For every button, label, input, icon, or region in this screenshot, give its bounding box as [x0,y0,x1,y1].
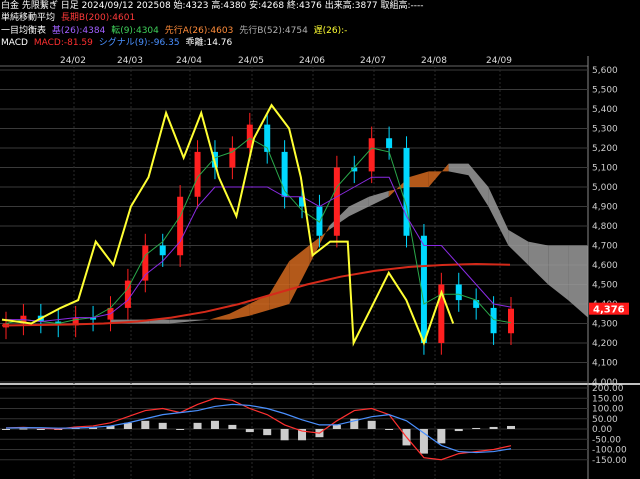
ichimoku-cloud-segment [408,171,429,187]
macd-histogram-bar [489,426,498,429]
macd-histogram-bar [280,429,289,441]
date-tick-label: 24/02 [60,56,86,66]
price-tick-label: 4,900 [592,203,618,213]
macd-histogram-bar [332,424,341,429]
ichimoku-cloud-segment [289,245,310,304]
ichimoku-cloud-segment [189,319,210,322]
ichimoku-cloud-segment [169,319,190,324]
candle-body [333,167,340,236]
last-price-label: 4,376 [593,305,625,316]
ichimoku-cloud-segment [349,196,369,217]
macd-histogram-bar [193,422,202,429]
candle-body [490,307,497,334]
price-tick-label: 5,600 [592,66,618,76]
macd-histogram-bar [437,429,446,444]
candle-body [229,148,236,168]
macd-tick-label: -50.00 [592,435,621,445]
macd-tick-label: 150.00 [592,394,624,404]
macd-tick-label: -150.00 [592,456,627,466]
macd-tick-label: 200.00 [592,384,624,394]
ichimoku-cloud-segment [368,190,389,207]
candle-body [159,245,166,256]
macd-histogram-bar [472,427,481,429]
date-tick-label: 24/08 [421,56,447,66]
macd-tick-label: 50.00 [592,415,618,425]
candle-body [403,148,410,236]
date-tick-label: 24/07 [360,56,386,66]
macd-histogram-bar [36,429,45,430]
macd-histogram-bar [176,429,185,430]
ichimoku-cloud-segment [468,163,489,207]
price-tick-label: 4,200 [592,339,618,349]
price-tick-label: 4,300 [592,320,618,330]
price-tick-label: 4,700 [592,242,618,252]
macd-tick-label: -100.00 [592,446,627,456]
ichimoku-cloud-segment [209,313,230,320]
macd-histogram-bar [158,422,167,429]
macd-histogram-bar [454,429,463,432]
price-tick-label: 4,500 [592,281,618,291]
macd-histogram-bar [263,429,272,436]
price-tick-label: 5,200 [592,144,618,154]
price-tick-label: 4,100 [592,359,618,369]
candle-body [455,284,462,301]
macd-histogram-bar [507,425,515,429]
ichimoku-cloud-segment [448,163,469,176]
price-tick-label: 5,500 [592,86,618,96]
ichimoku-cloud-segment [528,241,549,285]
price-tick-label: 5,100 [592,164,618,174]
ichimoku-cloud-segment [488,187,509,246]
price-chart[interactable]: 5,600 5,500 5,400 5,300 5,200 5,100 5,000 4,900… [0,0,640,479]
date-tick-label: 24/09 [486,56,512,66]
ichimoku-cloud-segment [508,229,529,265]
price-tick-label: 5,400 [592,105,618,115]
price-tick-label: 5,300 [592,125,618,135]
macd-tick-label: 0.00 [592,425,612,435]
macd-histogram-bar [385,429,394,430]
date-tick-label: 24/04 [176,56,202,66]
candle-body [420,235,427,343]
price-tick-label: 5,000 [592,183,618,193]
date-tick-label: 24/03 [117,56,143,66]
macd-histogram-bar [245,429,254,433]
date-tick-label: 24/05 [238,56,264,66]
macd-histogram-bar [141,420,150,429]
candle-body [508,308,514,334]
macd-histogram-bar [228,424,237,429]
ichimoku-cloud-segment [548,245,569,301]
candle-body [368,138,375,172]
ichimoku-cloud-segment [269,261,290,310]
macd-histogram-bar [19,428,28,430]
ichimoku-cloud-segment [568,245,588,318]
macd-histogram-bar [2,429,10,430]
candle-body [473,300,480,308]
price-tick-label: 4,600 [592,261,618,271]
macd-histogram-bar [210,420,219,429]
macd-histogram-bar [367,420,376,429]
price-tick-label: 4,800 [592,222,618,232]
candle-body [177,196,184,256]
macd-tick-label: 100.00 [592,405,624,415]
candle-body [386,138,393,148]
date-tick-label: 24/06 [299,56,325,66]
